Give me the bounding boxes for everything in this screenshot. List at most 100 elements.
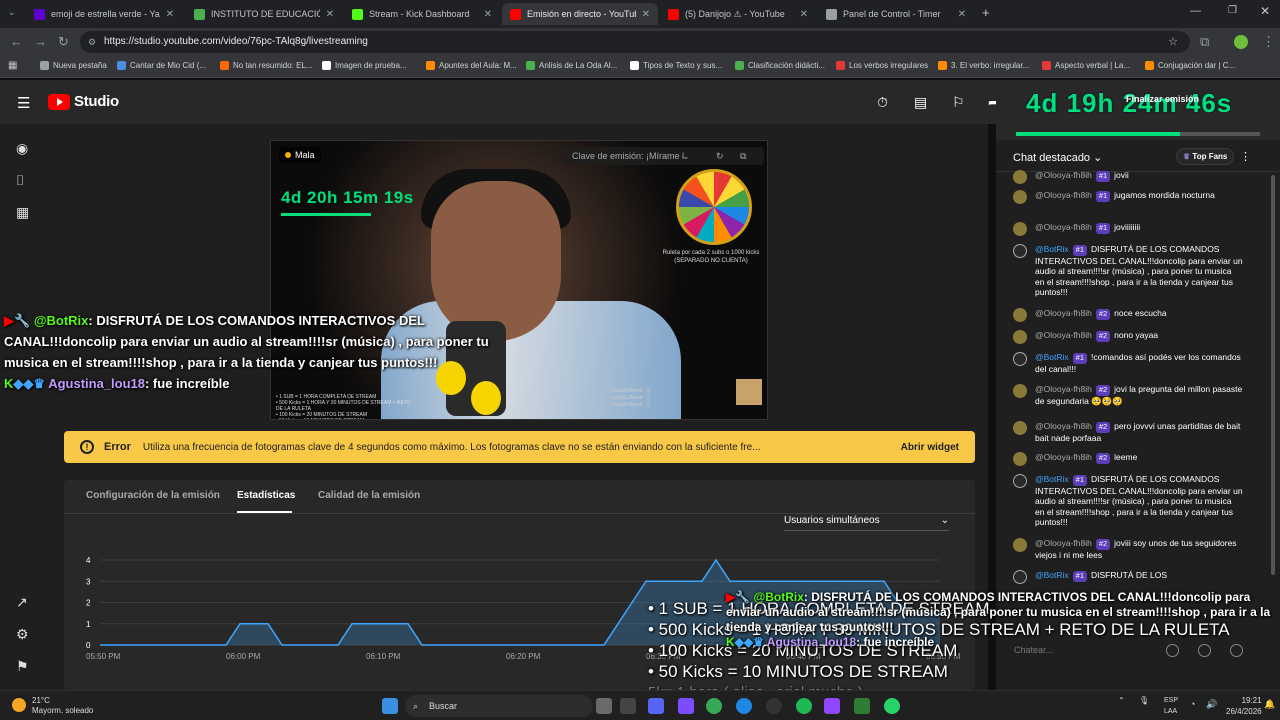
notifications-icon[interactable]: 🔔 <box>1264 699 1275 710</box>
profile-avatar[interactable] <box>1234 35 1248 49</box>
avatar[interactable] <box>1013 538 1027 552</box>
back-icon[interactable]: ← <box>10 34 23 49</box>
avatar[interactable] <box>1013 421 1027 435</box>
menu-dots-icon[interactable]: ⋮ <box>1262 34 1275 50</box>
chat-title-select[interactable]: Chat destacado ⌄ <box>1013 151 1102 164</box>
avatar[interactable] <box>1013 244 1027 258</box>
bookmark-star-icon[interactable]: ☆ <box>1168 31 1178 53</box>
chat-author[interactable]: @Olooya-fh8ih <box>1035 384 1092 394</box>
chat-message[interactable]: @BotRix #1 DISFRUTÁ DE LOS COMANDOS INTERA… <box>1013 474 1243 528</box>
new-tab-button[interactable]: + <box>982 5 990 20</box>
chat-message[interactable]: @Olooya-fh8ih #2 pero jovvvi unas partidit… <box>1013 421 1243 443</box>
chevron-up-icon[interactable]: ⌃ <box>1118 696 1125 705</box>
chat-author[interactable]: @BotRix <box>1035 244 1069 254</box>
calendar-icon[interactable]: ▦ <box>16 204 29 221</box>
close-window-button[interactable]: ✕ <box>1260 4 1270 18</box>
browser-tab[interactable]: (5) Danijojo ⚠ - YouTube ✕ <box>660 3 816 25</box>
browser-tab[interactable]: emoji de estrella verde - Yahoo ✕ <box>26 3 182 25</box>
avatar[interactable] <box>1013 170 1027 184</box>
avatar[interactable] <box>1013 190 1027 204</box>
bookmark-icon[interactable]: ⚐ <box>952 94 965 111</box>
chatgpt-icon[interactable] <box>620 698 636 714</box>
tab-close-icon[interactable]: ✕ <box>800 9 808 20</box>
studio-logo[interactable]: Studio <box>48 93 119 110</box>
tab-close-icon[interactable]: ✕ <box>642 9 650 20</box>
chat-message[interactable]: @Olooya-fh8ih #2 noce escucha <box>1013 308 1243 322</box>
browser-tab[interactable]: Panel de Control - Timer ✕ <box>818 3 974 25</box>
bookmark-item[interactable]: Apuntes del Aula: M... <box>426 61 517 70</box>
bookmark-item[interactable]: Cantar de Mio Cid (... <box>117 61 206 70</box>
minimize-button[interactable]: — <box>1190 5 1201 17</box>
stopwatch-icon[interactable]: ⏱ <box>877 94 888 111</box>
restore-button[interactable]: ❐ <box>1228 5 1237 16</box>
more-options-icon[interactable]: ⋮ <box>1240 150 1251 163</box>
chat-author[interactable]: @Olooya-fh8ih <box>1035 421 1092 431</box>
copy-icon[interactable]: ⧉ <box>740 147 746 165</box>
windows-start-icon[interactable] <box>382 698 398 714</box>
avatar[interactable] <box>1013 570 1027 584</box>
bookmark-item[interactable]: Los verbos irregulares <box>836 61 928 70</box>
open-widget-button[interactable]: Abrir widget <box>901 442 959 453</box>
avatar[interactable] <box>1013 352 1027 366</box>
bookmark-item[interactable]: Tipos de Texto y sus... <box>630 61 722 70</box>
settings-icon[interactable]: ⚙ <box>16 626 29 643</box>
chat-message[interactable]: @Olooya-fh8ih #1 jovii <box>1013 170 1243 184</box>
chat-author[interactable]: @Olooya-fh8ih <box>1035 538 1092 548</box>
network-icon[interactable]: ◔ <box>1190 699 1195 709</box>
menu-icon[interactable]: ☰ <box>17 94 30 112</box>
live-stream-icon[interactable]: ◉ <box>16 140 28 157</box>
mic-icon[interactable]: 🎙 <box>1139 696 1149 705</box>
tab-close-icon[interactable]: ✕ <box>166 9 174 20</box>
system-clock[interactable]: 19:21 26/4/2026 <box>1226 695 1262 717</box>
chat-message[interactable]: @Olooya-fh8ih #2 joviii soy unos de tus se… <box>1013 538 1243 560</box>
chat-message[interactable]: @Olooya-fh8ih #2 leeme <box>1013 452 1243 466</box>
spotify-icon[interactable] <box>796 698 812 714</box>
chat-author[interactable]: @Olooya-fh8ih <box>1035 452 1092 462</box>
tab-search-button[interactable]: ⌄ <box>8 7 16 18</box>
avatar[interactable] <box>1013 474 1027 488</box>
camera-icon[interactable]: ⌷ <box>16 172 24 189</box>
tab-stream-settings[interactable]: Configuración de la emisión <box>86 490 220 501</box>
metric-select[interactable]: Usuarios simultáneos ⌄ <box>784 515 949 531</box>
browser-tab[interactable]: Stream - Kick Dashboard ✕ <box>344 3 500 25</box>
chat-message[interactable]: @Olooya-fh8ih #2 nono yayaa <box>1013 330 1243 344</box>
bookmark-item[interactable]: No tan resumido: EL... <box>220 61 313 70</box>
apps-grid-icon[interactable]: ▦ <box>8 60 17 71</box>
chat-author[interactable]: @Olooya-fh8ih <box>1035 222 1092 232</box>
chat-message[interactable]: @BotRix #1 !comandos así podés ver los com… <box>1013 352 1243 374</box>
bookmark-item[interactable]: Conjugación dar | C... <box>1145 61 1235 70</box>
chat-author[interactable]: @BotRix <box>1035 570 1069 580</box>
end-stream-button[interactable]: Finalizar emisión <box>1126 94 1199 104</box>
chat-author[interactable]: @Olooya-fh8ih <box>1035 330 1092 340</box>
chat-message[interactable]: @BotRix #1 DISFRUTÁ DE LOS <box>1013 570 1243 584</box>
refresh-icon[interactable]: ↻ <box>716 147 724 165</box>
chat-message[interactable]: @Olooya-fh8ih #1 jugamos mordida nocturna <box>1013 190 1243 204</box>
stream-preview[interactable]: Mala 4d 20h 15m 19s Clave de emisión: ¡M… <box>270 140 768 420</box>
tab-stream-health[interactable]: Calidad de la emisión <box>318 490 420 501</box>
taskbar-search[interactable]: ⌕ Buscar <box>405 695 593 717</box>
edge-icon[interactable] <box>736 698 752 714</box>
avatar[interactable] <box>1013 330 1027 344</box>
chrome-icon[interactable] <box>706 698 722 714</box>
chat-scrollbar[interactable] <box>1271 175 1275 575</box>
task-view-icon[interactable] <box>596 698 612 714</box>
bookmark-item[interactable]: Aspecto verbal | La... <box>1042 61 1130 70</box>
chat-author[interactable]: @Olooya-fh8ih <box>1035 190 1092 200</box>
bookmark-item[interactable]: Anlisis de La Oda Al... <box>526 61 617 70</box>
bookmark-item[interactable]: 3. El verbo: irregular... <box>938 61 1029 70</box>
chat-author[interactable]: @BotRix <box>1035 474 1069 484</box>
chat-message[interactable]: @Olooya-fh8ih #2 jovi la pregunta del mill… <box>1013 384 1243 406</box>
bookmark-item[interactable]: Imagen de prueba... <box>322 61 407 70</box>
address-bar[interactable]: ⚙ https://studio.youtube.com/video/76pc-… <box>80 31 1190 53</box>
avatar[interactable] <box>1013 452 1027 466</box>
weather-widget[interactable]: 21°C Mayorm. soleado <box>12 696 93 716</box>
language-indicator[interactable]: ESP LAA <box>1164 695 1178 717</box>
reload-icon[interactable]: ↻ <box>58 34 69 50</box>
browser-tab[interactable]: Emisión en directo - YouTube S ✕ <box>502 3 658 25</box>
feedback-icon[interactable]: ⚑ <box>16 658 29 675</box>
bookmark-item[interactable]: Clasificación didácti... <box>735 61 825 70</box>
tab-analytics[interactable]: Estadísticas <box>237 490 295 501</box>
tab-close-icon[interactable]: ✕ <box>958 9 966 20</box>
app-icon[interactable] <box>824 698 840 714</box>
site-info-icon[interactable]: ⚙ <box>88 31 96 53</box>
